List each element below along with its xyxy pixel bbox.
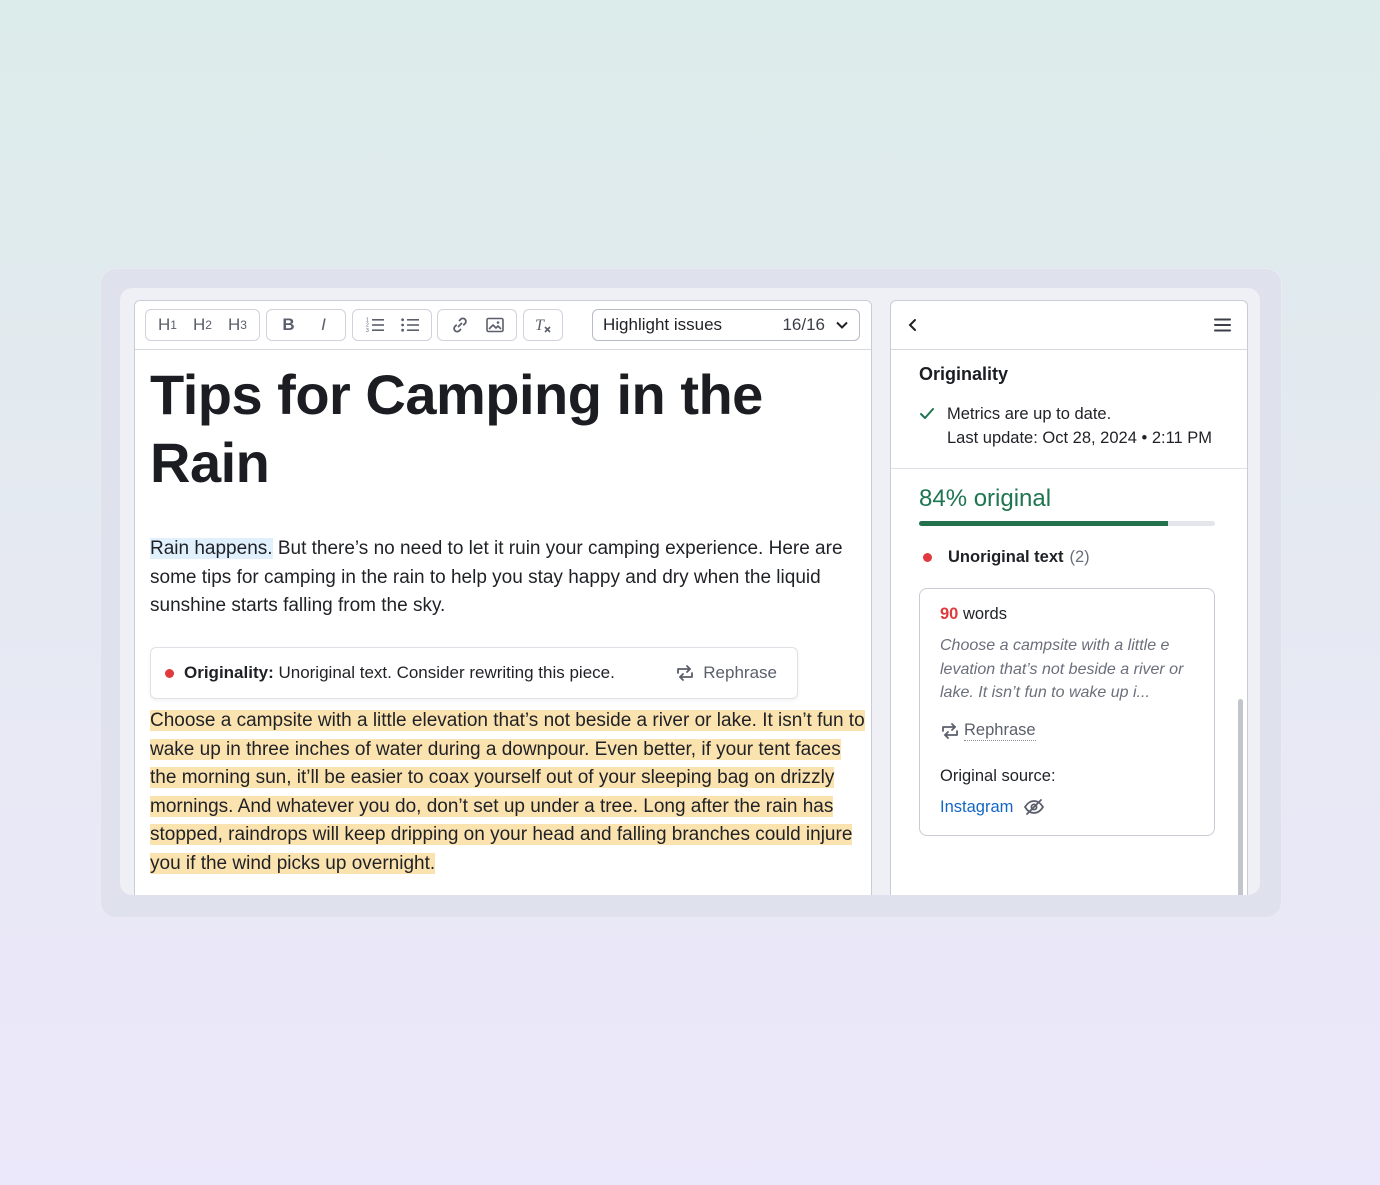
check-icon-wrap	[919, 403, 947, 450]
rephrase-icon	[942, 722, 958, 739]
rephrase-icon	[677, 665, 694, 681]
italic-label: I	[321, 315, 326, 334]
h2-sub: 2	[205, 318, 212, 332]
highlight-issues-select[interactable]: Highlight issues 16/16	[592, 309, 860, 341]
unoriginal-text-row[interactable]: Unoriginal text (2)	[919, 548, 1219, 567]
unoriginal-highlight[interactable]: Choose a campsite with a little elevatio…	[150, 710, 865, 874]
numbered-list-icon: 123	[366, 318, 384, 333]
highlighted-phrase[interactable]: Rain happens.	[150, 538, 273, 559]
rephrase-label: Rephrase	[703, 663, 777, 682]
panel-scrollbar[interactable]	[1238, 699, 1243, 895]
rephrase-button[interactable]: Rephrase	[675, 663, 777, 683]
status-line-2: Last update: Oct 28, 2024 • 2:11 PM	[947, 428, 1213, 447]
status-text: Metrics are up to date. Last update: Oct…	[947, 403, 1212, 450]
insert-group	[437, 309, 517, 341]
highlight-select-count: 16/16	[782, 315, 825, 334]
h1-sub: 1	[170, 318, 177, 332]
h3-label: H	[228, 315, 241, 334]
originality-percent: 84% original	[919, 485, 1052, 512]
italic-button[interactable]: I	[306, 310, 341, 340]
h1-button[interactable]: H1	[150, 310, 185, 340]
unoriginal-count: (2)	[1069, 548, 1090, 566]
word-count: 90 words	[940, 605, 1194, 624]
link-icon	[452, 317, 467, 333]
bulleted-list-icon	[400, 318, 419, 332]
status-line-1: Metrics are up to date.	[947, 405, 1112, 423]
heading-group: H1 H2 H3	[145, 309, 260, 341]
editor-toolbar: H1 H2 H3 B I 123 T Highlight issues 16/1…	[135, 301, 871, 350]
h1-label: H	[158, 315, 171, 334]
originality-notice: Originality: Unoriginal text. Consider r…	[150, 647, 798, 699]
word-count-number: 90	[940, 605, 959, 623]
issue-dot-icon	[165, 668, 174, 678]
bold-button[interactable]: B	[271, 310, 306, 340]
notice-label: Originality:	[184, 663, 274, 682]
panel-score-section: 84% original Unoriginal text (2) 90 word…	[891, 469, 1247, 836]
panel-title: Originality	[919, 364, 1009, 384]
card-snippet: Choose a campsite with a little e levati…	[940, 637, 1184, 701]
notice-text: Originality: Unoriginal text. Consider r…	[184, 663, 675, 683]
metrics-status: Metrics are up to date. Last update: Oct…	[919, 403, 1219, 450]
unoriginal-paragraph-wrap: Choose a campsite with a little elevatio…	[150, 707, 865, 878]
unoriginal-label: Unoriginal text	[948, 548, 1064, 566]
back-arrow-icon	[908, 319, 916, 331]
h2-label: H	[193, 315, 206, 334]
menu-icon	[1214, 318, 1231, 332]
chevron-down-icon	[836, 321, 848, 329]
h2-button[interactable]: H2	[185, 310, 220, 340]
hidden-eye-icon	[1024, 799, 1045, 815]
source-row: Instagram	[940, 798, 1194, 817]
h3-button[interactable]: H3	[220, 310, 255, 340]
originality-bar	[919, 521, 1215, 526]
document-body[interactable]: Tips for Camping in the Rain Rain happen…	[150, 361, 865, 621]
unoriginal-card[interactable]: 90 words Choose a campsite with a little…	[919, 588, 1215, 836]
list-group: 123	[352, 309, 432, 341]
link-button[interactable]	[442, 310, 477, 340]
clear-format-icon: T	[535, 317, 551, 334]
bold-label: B	[282, 315, 295, 334]
unoriginal-dot-icon	[923, 553, 932, 562]
document-title[interactable]: Tips for Camping in the Rain	[150, 361, 865, 497]
originality-bar-fill	[919, 521, 1168, 526]
unoriginal-paragraph[interactable]: Choose a campsite with a little elevatio…	[150, 707, 865, 878]
intro-paragraph[interactable]: Rain happens. But there’s no need to let…	[150, 535, 865, 621]
app-frame: H1 H2 H3 B I 123 T Highlight issues 16/1…	[120, 288, 1260, 895]
clear-format-button[interactable]: T	[524, 310, 562, 340]
source-link[interactable]: Instagram	[940, 798, 1013, 817]
panel-status-section: Originality Metrics are up to date. Last…	[891, 350, 1247, 469]
clear-group: T	[523, 309, 563, 341]
menu-button[interactable]	[1213, 317, 1233, 333]
image-icon	[485, 317, 504, 333]
svg-text:3: 3	[366, 328, 369, 333]
h3-sub: 3	[240, 318, 247, 332]
check-icon	[920, 408, 934, 419]
word-count-label: words	[958, 605, 1007, 623]
panel-header	[891, 301, 1247, 350]
card-rephrase-label: Rephrase	[964, 720, 1036, 741]
svg-text:T: T	[535, 317, 545, 334]
back-button[interactable]	[907, 318, 919, 332]
hide-source-button[interactable]	[1023, 798, 1045, 816]
format-group: B I	[266, 309, 346, 341]
source-label: Original source:	[940, 766, 1056, 785]
numbered-list-button[interactable]: 123	[357, 310, 392, 340]
originality-panel: Originality Metrics are up to date. Last…	[890, 300, 1248, 895]
card-rephrase-button[interactable]: Rephrase	[940, 721, 1194, 741]
editor-pane: H1 H2 H3 B I 123 T Highlight issues 16/1…	[134, 300, 872, 895]
image-button[interactable]	[477, 310, 512, 340]
bulleted-list-button[interactable]	[392, 310, 427, 340]
notice-message: Unoriginal text. Consider rewriting this…	[273, 663, 615, 682]
highlight-select-label: Highlight issues	[603, 315, 723, 334]
